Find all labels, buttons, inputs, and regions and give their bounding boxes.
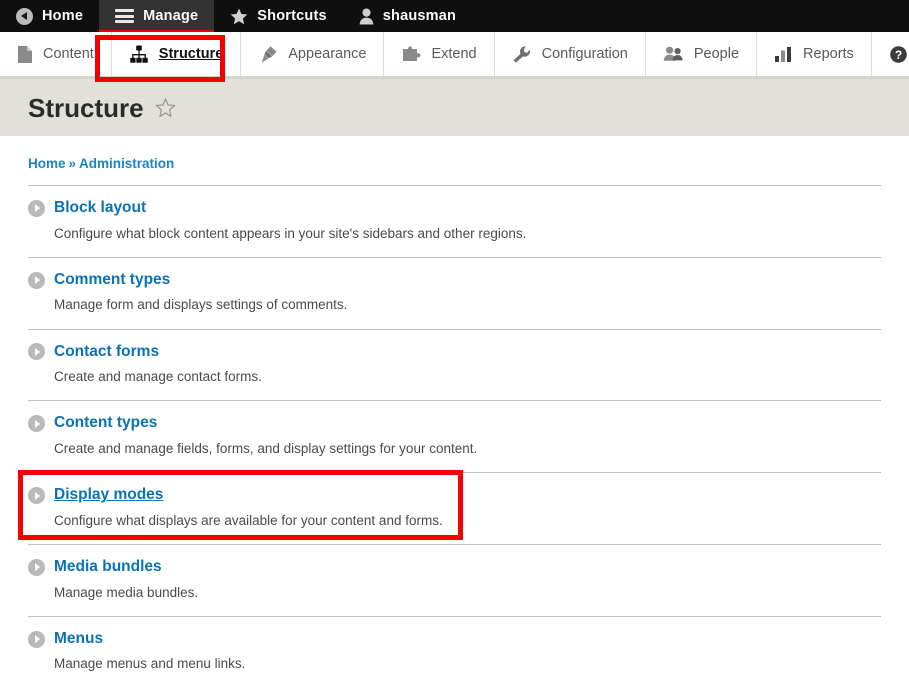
admin-item-menus: Menus Manage menus and menu links. [28,615,881,687]
star-outline-icon[interactable] [155,97,176,118]
admin-item-link[interactable]: Content types [54,414,157,433]
nav-item-structure[interactable]: Structure [112,32,242,76]
nav-item-label: Extend [431,46,477,62]
admin-item-header: Content types [28,414,881,433]
admin-item-link[interactable]: Comment types [54,271,170,290]
nav-item-content[interactable]: Content [0,32,112,76]
toolbar-item-label: shausman [382,7,457,24]
admin-item-link[interactable]: Block layout [54,199,146,218]
page-header: Structure [0,79,909,136]
toolbar-item-shortcuts[interactable]: Shortcuts [214,0,342,32]
nav-item-label: Configuration [541,46,628,62]
breadcrumb-link-home[interactable]: Home [28,156,66,171]
paintbrush-icon [258,45,278,64]
nav-item-label: Content [43,46,94,62]
chevron-right-icon [28,343,45,361]
admin-item-display-modes: Display modes Configure what displays ar… [28,472,881,544]
chevron-right-icon [28,630,45,648]
admin-item-header: Display modes [28,486,881,505]
chevron-right-icon [28,487,45,505]
admin-item-contact-forms: Contact forms Create and manage contact … [28,328,881,401]
chevron-right-icon [28,271,45,289]
star-icon [230,8,248,25]
nav-item-people[interactable]: People [646,32,758,76]
nav-item-label: People [693,46,740,62]
sitemap-icon [129,45,149,64]
breadcrumb: Home» Administration [0,136,909,171]
admin-item-description: Create and manage contact forms. [54,369,262,385]
nav-item-label: Reports [803,46,854,62]
admin-item-header: Media bundles [28,558,881,577]
toolbar-item-label: Shortcuts [257,7,327,24]
document-icon [17,45,33,64]
admin-item-description: Manage media bundles. [54,584,199,600]
admin-item-header: Block layout [28,199,881,218]
nav-item-reports[interactable]: Reports [757,32,872,76]
toolbar-item-manage[interactable]: Manage [99,0,215,35]
admin-item-description: Configure what block content appears in … [54,225,527,241]
toolbar-item-label: Manage [143,7,199,24]
wrench-icon [512,45,532,64]
question-icon: ? [889,45,908,64]
chevron-right-icon [28,558,45,576]
admin-item-media-bundles: Media bundles Manage media bundles. [28,544,881,616]
admin-item-description: Configure what displays are available fo… [54,512,443,528]
primary-toolbar: Home Manage Shortcuts shausman [0,0,909,35]
admin-item-link[interactable]: Media bundles [54,558,162,577]
nav-item-help[interactable]: ? Help [872,32,909,76]
bar-chart-icon [774,45,793,64]
admin-item-block-layout: Block layout Configure what block conten… [28,185,881,257]
toolbar-item-home[interactable]: Home [0,0,99,32]
admin-item-description: Manage form and displays settings of com… [54,297,348,313]
admin-item-header: Contact forms [28,343,881,362]
people-icon [663,45,684,64]
toolbar-item-user[interactable]: shausman [343,0,472,32]
breadcrumb-link-administration[interactable]: Administration [79,156,174,171]
nav-item-extend[interactable]: Extend [384,32,495,76]
nav-item-label: Appearance [288,46,367,62]
nav-item-configuration[interactable]: Configuration [495,32,646,76]
chevron-right-icon [28,199,45,217]
nav-item-appearance[interactable]: Appearance [241,32,385,76]
admin-item-content-types: Content types Create and manage fields, … [28,400,881,472]
admin-item-header: Menus [28,630,881,649]
admin-item-description: Manage menus and menu links. [54,656,246,672]
page-title: Structure [28,92,144,123]
user-icon [359,8,374,25]
secondary-navigation: Content Structure Appearance Extend Conf… [0,32,909,82]
admin-item-comment-types: Comment types Manage form and displays s… [28,256,881,329]
admin-item-link[interactable]: Contact forms [54,343,159,362]
chevron-right-icon [28,415,45,433]
admin-item-header: Comment types [28,271,881,290]
admin-item-link[interactable]: Display modes [54,486,163,505]
toolbar-item-label: Home [42,7,84,24]
svg-text:?: ? [895,48,902,62]
admin-item-link[interactable]: Menus [54,630,103,649]
puzzle-icon [401,45,421,64]
admin-block-list: Block layout Configure what block conten… [28,185,881,687]
hamburger-icon [115,9,135,23]
admin-item-description: Create and manage fields, forms, and dis… [54,441,478,457]
breadcrumb-separator: » [68,156,77,171]
back-arrow-icon [16,7,33,25]
nav-item-label: Structure [158,46,224,62]
